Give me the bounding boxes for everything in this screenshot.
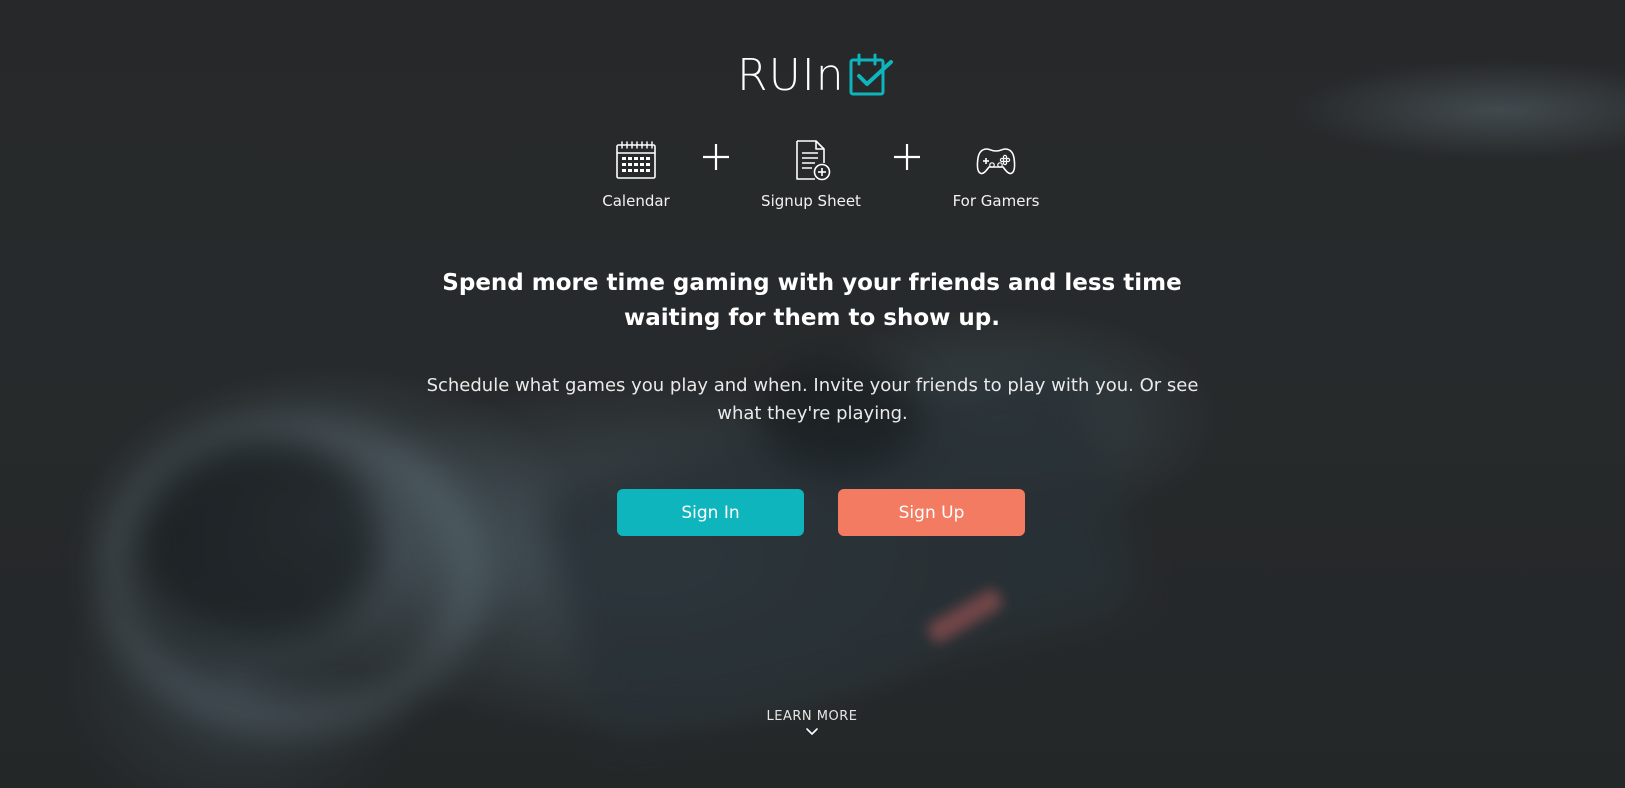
feature-label: Signup Sheet — [761, 192, 861, 210]
feature-for-gamers: For Gamers — [931, 138, 1061, 210]
feature-calendar: Calendar — [571, 138, 701, 210]
calendar-check-icon — [849, 53, 893, 96]
logo-text: RUIn — [737, 50, 845, 101]
feature-label: Calendar — [602, 192, 670, 210]
feature-list: Calendar Signup Sheet For Gamers — [0, 138, 1625, 218]
sign-in-button[interactable]: Sign In — [617, 489, 804, 536]
hero-section: RUIn Calendar Signup Sheet For Gamers Sp… — [0, 0, 1625, 788]
learn-more-link[interactable]: LEARN MORE — [712, 709, 912, 737]
logo[interactable]: RUIn — [737, 50, 893, 98]
sign-up-button[interactable]: Sign Up — [838, 489, 1025, 536]
hero-subtext: Schedule what games you play and when. I… — [426, 375, 1199, 424]
feature-label: For Gamers — [952, 192, 1040, 210]
plus-icon — [703, 144, 729, 170]
learn-more-label: LEARN MORE — [766, 709, 858, 724]
hero-content: RUIn Calendar Signup Sheet For Gamers Sp… — [0, 0, 1625, 788]
hero-headline: Spend more time gaming with your friends… — [442, 270, 1182, 331]
signup-sheet-icon — [796, 140, 831, 181]
chevron-down-icon — [806, 728, 818, 735]
plus-icon — [894, 144, 920, 170]
calendar-icon — [616, 141, 656, 179]
gamepad-icon — [976, 148, 1016, 175]
feature-signup-sheet: Signup Sheet — [746, 138, 876, 210]
